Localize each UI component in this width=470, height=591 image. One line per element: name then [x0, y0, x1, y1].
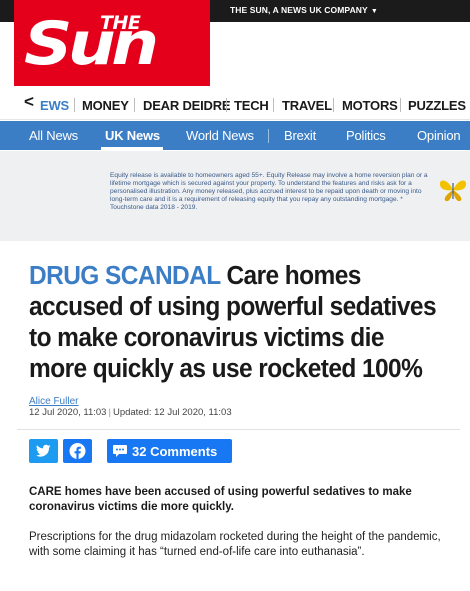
- logo-big-text[interactable]: Sun: [24, 14, 159, 74]
- comments-button[interactable]: 32 Comments: [107, 439, 232, 463]
- section-separator: [74, 98, 75, 112]
- masthead: THE SUN, A NEWS UK COMPANY ▼ THE Sun: [0, 0, 470, 88]
- facebook-icon: [69, 443, 86, 459]
- company-link[interactable]: THE SUN, A NEWS UK COMPANY ▼: [230, 5, 378, 15]
- subnav-separator: [268, 129, 269, 143]
- section-item-news[interactable]: EWS: [40, 98, 69, 113]
- comment-bubble-icon: [113, 445, 127, 457]
- headline-kicker: DRUG SCANDAL: [29, 262, 221, 290]
- article-dates: 12 Jul 2020, 11:03 | Updated: 12 Jul 2020,…: [29, 407, 232, 418]
- chevron-left-icon[interactable]: <: [24, 92, 34, 112]
- active-tab-indicator: [101, 147, 163, 150]
- advert-disclaimer[interactable]: Equity release is available to homeowner…: [110, 172, 428, 212]
- tab-uk-news[interactable]: UK News: [105, 128, 160, 143]
- tab-world-news[interactable]: World News: [186, 128, 254, 143]
- comments-count[interactable]: 32 Comments: [132, 444, 217, 459]
- date-separator: |: [108, 407, 111, 418]
- section-nav: < EWS MONEY DEAR DEIDRE TECH TRAVEL MOTO…: [0, 88, 470, 120]
- updated-date: Updated: 12 Jul 2020, 11:03: [112, 407, 232, 418]
- the-sun-logo[interactable]: THE Sun: [14, 0, 210, 86]
- published-date: 12 Jul 2020, 11:03: [29, 407, 107, 418]
- section-separator: [226, 98, 227, 112]
- twitter-icon: [36, 444, 51, 457]
- section-item-dear-deidre[interactable]: DEAR DEIDRE: [143, 98, 231, 113]
- article-standfirst: CARE homes have been accused of using po…: [29, 486, 412, 513]
- divider: [17, 429, 460, 430]
- butterfly-icon[interactable]: [436, 175, 470, 205]
- twitter-share-button[interactable]: [29, 439, 58, 463]
- news-subnav: All News UK News World News Brexit Polit…: [0, 121, 470, 150]
- advert-banner[interactable]: Equity release is available to homeowner…: [0, 151, 470, 241]
- section-item-money[interactable]: MONEY: [82, 98, 129, 113]
- tab-opinion[interactable]: Opinion: [417, 128, 461, 143]
- tab-politics[interactable]: Politics: [346, 128, 386, 143]
- section-separator: [273, 98, 274, 112]
- tab-brexit[interactable]: Brexit: [284, 128, 316, 143]
- section-item-travel[interactable]: TRAVEL: [282, 98, 332, 113]
- section-item-tech[interactable]: TECH: [234, 98, 269, 113]
- company-link-label[interactable]: THE SUN, A NEWS UK COMPANY: [230, 5, 368, 15]
- section-item-puzzles[interactable]: PUZZLES: [408, 98, 466, 113]
- section-item-motors[interactable]: MOTORS: [342, 98, 398, 113]
- facebook-share-button[interactable]: [63, 439, 92, 463]
- tab-all-news[interactable]: All News: [29, 128, 78, 143]
- article-headline: DRUG SCANDAL Care homes accused of using…: [29, 261, 437, 385]
- section-separator: [400, 98, 401, 112]
- section-separator: [134, 98, 135, 112]
- section-separator: [333, 98, 334, 112]
- article: DRUG SCANDAL Care homes accused of using…: [17, 245, 470, 591]
- author-link[interactable]: Alice Fuller: [29, 396, 78, 407]
- article-paragraph: Prescriptions for the drug midazolam roc…: [29, 531, 441, 558]
- chevron-down-icon[interactable]: ▼: [371, 8, 378, 15]
